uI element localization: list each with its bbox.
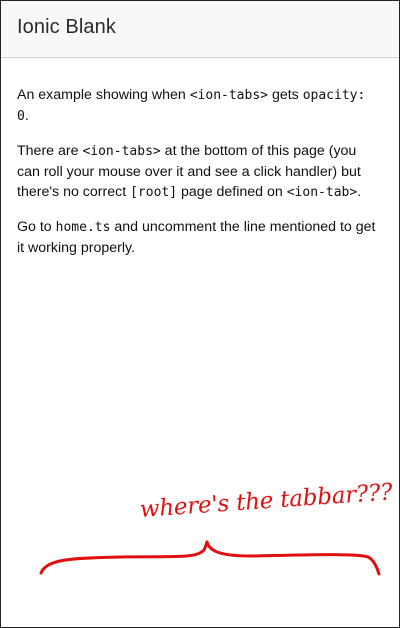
content-area: An example showing when <ion-tabs> gets … xyxy=(17,85,383,272)
paragraph-text: . xyxy=(357,184,362,200)
code-root: [root] xyxy=(130,185,178,200)
paragraph-opacity-example: An example showing when <ion-tabs> gets … xyxy=(17,85,383,127)
paragraph-text: . xyxy=(24,108,29,124)
paragraph-text: page defined on xyxy=(177,184,287,200)
paragraph-text: An example showing when xyxy=(17,87,190,103)
paragraph-text: Go to xyxy=(17,219,56,235)
app-frame: Ionic Blank An example showing when <ion… xyxy=(0,0,400,628)
code-ion-tabs: <ion-tabs> xyxy=(82,144,161,159)
code-ion-tabs: <ion-tabs> xyxy=(189,88,268,103)
annotation-label: where's the tabbar??? xyxy=(139,479,394,523)
toolbar: Ionic Blank xyxy=(1,1,399,58)
code-home-ts: home.ts xyxy=(55,220,111,235)
paragraph-text: gets xyxy=(268,87,303,103)
paragraph-text: There are xyxy=(17,143,83,159)
code-ion-tab: <ion-tab> xyxy=(286,185,358,200)
page-title: Ionic Blank xyxy=(17,16,116,38)
paragraph-instructions: Go to home.ts and uncomment the line men… xyxy=(17,217,383,258)
paragraph-tabs-description: There are <ion-tabs> at the bottom of th… xyxy=(17,141,383,203)
